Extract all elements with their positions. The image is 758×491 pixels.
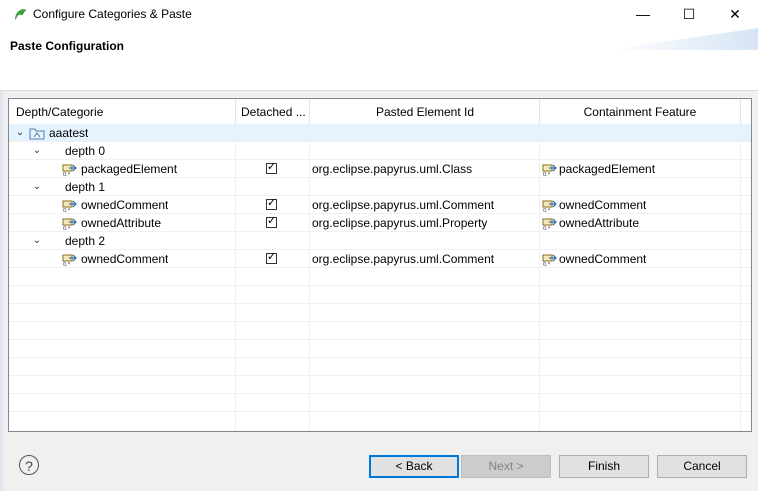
- root-label: aaatest: [49, 126, 89, 140]
- reference-feature-icon: 0.*: [542, 164, 557, 176]
- detached-checkbox[interactable]: [266, 214, 277, 228]
- depth-label: depth 0: [65, 144, 106, 158]
- depth-label: depth 2: [65, 234, 106, 248]
- containment-feature[interactable]: ownedComment: [559, 250, 646, 268]
- paste-config-tree-table[interactable]: Depth/Categorie Detached ... Pasted Elem…: [8, 98, 752, 432]
- help-icon: ?: [25, 458, 33, 474]
- category-label: packagedElement: [81, 162, 178, 176]
- help-button[interactable]: ?: [19, 455, 39, 475]
- minimize-icon: —: [636, 6, 650, 22]
- detached-checkbox[interactable]: [266, 196, 277, 210]
- chevron-down-icon[interactable]: ⌄: [30, 142, 44, 160]
- svg-text:0.*: 0.*: [63, 226, 71, 230]
- containment-feature[interactable]: packagedElement: [559, 160, 655, 178]
- tree-row-category[interactable]: 0.* ownedComment org.eclipse.papyrus.uml…: [9, 196, 751, 214]
- chevron-down-icon[interactable]: ⌄: [30, 178, 44, 196]
- tree-row-depth[interactable]: ⌄ depth 0: [9, 142, 751, 160]
- category-label: ownedComment: [81, 198, 169, 212]
- papyrus-app-icon: [15, 9, 27, 20]
- tree-row-category[interactable]: 0.* packagedElement org.eclipse.papyrus.…: [9, 160, 751, 178]
- pasted-element-id[interactable]: org.eclipse.papyrus.uml.Property: [312, 214, 487, 232]
- svg-text:0.*: 0.*: [543, 172, 551, 176]
- detached-checkbox[interactable]: [266, 250, 277, 264]
- maximize-button[interactable]: ☐: [666, 0, 712, 28]
- back-button[interactable]: < Back: [369, 455, 459, 478]
- pasted-element-id[interactable]: org.eclipse.papyrus.uml.Comment: [312, 250, 494, 268]
- column-header-feature[interactable]: Containment Feature: [540, 99, 740, 124]
- chevron-down-icon[interactable]: ⌄: [13, 124, 27, 142]
- pasted-element-id[interactable]: org.eclipse.papyrus.uml.Class: [312, 160, 472, 178]
- window-title: Configure Categories & Paste: [33, 7, 192, 21]
- tree-row-depth[interactable]: ⌄ depth 1: [9, 178, 751, 196]
- reference-feature-icon: 0.*: [62, 200, 77, 212]
- tree-row-category[interactable]: 0.* ownedAttribute org.eclipse.papyrus.u…: [9, 214, 751, 232]
- finish-button[interactable]: Finish: [559, 455, 649, 478]
- reference-feature-icon: 0.*: [62, 164, 77, 176]
- reference-feature-icon: 0.*: [542, 218, 557, 230]
- column-header-depth[interactable]: Depth/Categorie: [16, 99, 231, 124]
- close-button[interactable]: ✕: [712, 0, 758, 28]
- wizard-header: Paste Configuration: [0, 28, 758, 91]
- cancel-button[interactable]: Cancel: [657, 455, 747, 478]
- category-label: ownedComment: [81, 252, 169, 266]
- reference-feature-icon: 0.*: [62, 254, 77, 266]
- package-icon: [29, 128, 45, 140]
- next-button[interactable]: Next >: [461, 455, 551, 478]
- header-banner-graphic: [608, 28, 758, 50]
- chevron-down-icon[interactable]: ⌄: [30, 232, 44, 250]
- svg-text:0.*: 0.*: [543, 208, 551, 212]
- svg-text:0.*: 0.*: [63, 172, 71, 176]
- pasted-element-id[interactable]: org.eclipse.papyrus.uml.Comment: [312, 196, 494, 214]
- close-icon: ✕: [729, 5, 741, 22]
- containment-feature[interactable]: ownedComment: [559, 196, 646, 214]
- svg-text:0.*: 0.*: [543, 262, 551, 266]
- containment-feature[interactable]: ownedAttribute: [559, 214, 639, 232]
- reference-feature-icon: 0.*: [542, 254, 557, 266]
- maximize-icon: ☐: [682, 5, 696, 22]
- left-edge: [0, 90, 3, 491]
- minimize-button[interactable]: —: [620, 0, 666, 28]
- tree-row-category[interactable]: 0.* ownedComment org.eclipse.papyrus.uml…: [9, 250, 751, 268]
- svg-text:0.*: 0.*: [63, 262, 71, 266]
- category-label: ownedAttribute: [81, 216, 162, 230]
- column-header-detached[interactable]: Detached ...: [241, 99, 311, 124]
- column-header-element-id[interactable]: Pasted Element Id: [310, 99, 540, 124]
- table-header: Depth/Categorie Detached ... Pasted Elem…: [9, 99, 751, 125]
- svg-text:0.*: 0.*: [543, 226, 551, 230]
- depth-label: depth 1: [65, 180, 106, 194]
- detached-checkbox[interactable]: [266, 160, 277, 174]
- tree-row-root[interactable]: ⌄ aaatest: [9, 124, 751, 142]
- page-title: Paste Configuration: [10, 39, 125, 53]
- reference-feature-icon: 0.*: [542, 200, 557, 212]
- tree-row-depth[interactable]: ⌄ depth 2: [9, 232, 751, 250]
- svg-text:0.*: 0.*: [63, 208, 71, 212]
- reference-feature-icon: 0.*: [62, 218, 77, 230]
- title-bar: Configure Categories & Paste — ☐ ✕: [0, 0, 758, 28]
